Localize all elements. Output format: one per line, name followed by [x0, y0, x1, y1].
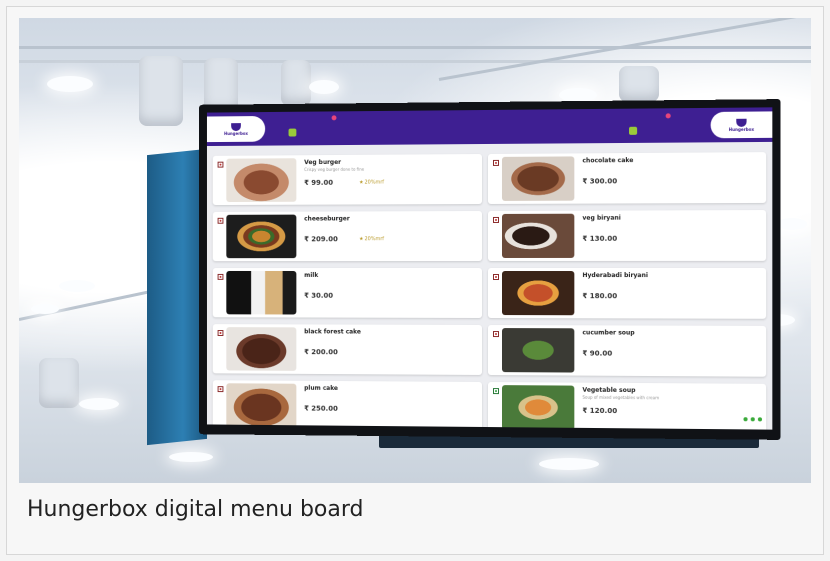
non-veg-indicator-icon: [217, 330, 224, 336]
food-thumbnail: [226, 327, 297, 371]
menu-item-price: ₹ 99.00: [304, 178, 334, 187]
ceiling-light-fixture: [619, 66, 659, 102]
non-veg-indicator-icon: [217, 161, 224, 168]
menu-item-name: veg biryani: [582, 214, 621, 222]
menu-item-price: ₹ 209.00: [304, 235, 338, 244]
brand-logo-left: Hungerbox: [206, 115, 266, 143]
non-veg-indicator-icon: [217, 217, 224, 224]
menu-item-name: chocolate cake: [582, 157, 634, 165]
menu-item-card: plum cake ₹ 250.00: [212, 380, 483, 430]
menu-item-name: milk: [304, 271, 319, 279]
menu-item-price: ₹ 300.00: [582, 177, 618, 186]
tv-display: Hungerbox Hungerbox Veg burger Crispy veg…: [199, 99, 781, 440]
menu-item-price: ₹ 180.00: [582, 292, 618, 301]
menu-item-name: Veg burger: [304, 158, 342, 167]
food-thumbnail: [501, 156, 575, 201]
ceiling-light: [79, 398, 119, 410]
menu-item-name: cucumber soup: [582, 329, 635, 337]
figure-caption: Hungerbox digital menu board: [27, 497, 364, 522]
menu-item-name: Hyderabadi biryani: [582, 272, 648, 280]
non-veg-indicator-icon: [492, 216, 499, 223]
menu-item-card: cucumber soup ₹ 90.00: [487, 325, 767, 377]
ceiling-light: [539, 458, 599, 470]
menu-item-name: cheeseburger: [304, 215, 350, 223]
page-dot: [757, 417, 763, 422]
menu-item-price: ₹ 130.00: [582, 234, 618, 243]
non-veg-indicator-icon: [217, 386, 224, 393]
non-veg-indicator-icon: [492, 331, 499, 338]
menu-item-name: plum cake: [304, 384, 338, 392]
non-veg-indicator-icon: [217, 273, 224, 280]
menu-board-photo: Hungerbox Hungerbox Veg burger Crispy veg…: [19, 18, 811, 483]
food-thumbnail: [501, 328, 575, 373]
ceiling-light-fixture: [139, 56, 183, 126]
menu-item-card: veg biryani ₹ 130.00: [487, 210, 767, 261]
menu-item-name: black forest cake: [304, 328, 361, 336]
menu-screen: Hungerbox Hungerbox Veg burger Crispy veg…: [206, 107, 773, 430]
ceiling-light: [559, 88, 597, 102]
menu-item-description: Soup of mixed vegetables with cream: [582, 394, 660, 401]
menu-item-card: cheeseburger ₹ 209.00 20%mrf: [212, 211, 483, 262]
bowl-icon: [231, 122, 241, 131]
confetti-icon: [288, 128, 297, 137]
menu-item-price: ₹ 90.00: [582, 349, 613, 358]
ceiling-light: [47, 76, 93, 92]
food-thumbnail: [226, 383, 297, 428]
menu-item-price: ₹ 200.00: [304, 348, 338, 357]
food-thumbnail: [501, 213, 575, 258]
menu-item-card: chocolate cake ₹ 300.00: [487, 152, 767, 204]
second-tv-back: [147, 148, 207, 446]
ceiling-beam: [19, 46, 811, 49]
confetti-icon: [331, 115, 337, 121]
ceiling-light: [169, 452, 213, 462]
ceiling-light: [309, 80, 339, 94]
ceiling-light: [59, 280, 95, 292]
menu-item-card: milk ₹ 30.00: [212, 268, 483, 318]
confetti-icon: [629, 126, 638, 135]
page-indicator: [743, 417, 763, 422]
page-dot: [750, 417, 755, 422]
offer-tag: 20%mrf: [359, 236, 385, 242]
menu-item-price: ₹ 30.00: [304, 291, 334, 300]
ceiling-light-fixture: [39, 358, 79, 408]
ceiling-beam: [19, 60, 811, 63]
veg-indicator-icon: [492, 388, 499, 395]
menu-item-price: ₹ 250.00: [304, 404, 338, 413]
menu-item-price: ₹ 120.00: [582, 406, 618, 416]
menu-header-bar: Hungerbox Hungerbox: [206, 107, 773, 147]
food-thumbnail: [226, 214, 297, 259]
ceiling-light-fixture: [281, 60, 311, 106]
non-veg-indicator-icon: [492, 159, 499, 166]
page-dot: [743, 417, 748, 422]
menu-item-card: Veg burger Crispy veg burger done to fine…: [212, 154, 483, 206]
confetti-icon: [665, 113, 671, 119]
menu-item-name: Vegetable soup: [582, 386, 636, 395]
non-veg-indicator-icon: [492, 274, 499, 281]
food-thumbnail: [226, 158, 297, 203]
menu-item-card: black forest cake ₹ 200.00: [212, 324, 483, 375]
figure-frame: Hungerbox Hungerbox Veg burger Crispy veg…: [6, 6, 824, 555]
logo-text: Hungerbox: [728, 126, 755, 132]
brand-logo-right: Hungerbox: [710, 111, 773, 139]
offer-tag: 20%mrf: [359, 180, 385, 186]
logo-text: Hungerbox: [223, 130, 249, 136]
food-thumbnail: [226, 270, 297, 315]
ceiling-light: [777, 218, 807, 230]
ceiling-light: [31, 304, 59, 314]
food-thumbnail: [501, 385, 575, 430]
menu-item-card: Hyderabadi biryani ₹ 180.00: [487, 267, 767, 319]
menu-item-description: Crispy veg burger done to fine: [304, 166, 365, 173]
menu-item-card: Vegetable soup Soup of mixed vegetables w…: [487, 382, 767, 430]
food-thumbnail: [501, 271, 575, 316]
bowl-icon: [736, 118, 747, 127]
